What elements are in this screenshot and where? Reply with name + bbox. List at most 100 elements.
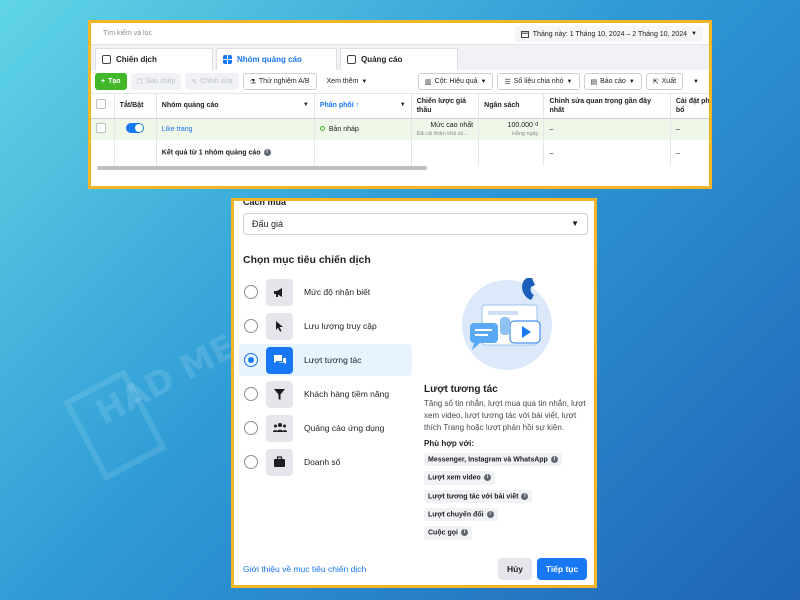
ad-sets-table: Tắt/Bật Nhóm quảng cáo ▼ Phân phối ↑ ▼ Chi… [91, 94, 709, 166]
objective-label: Lượt tương tác [304, 355, 362, 365]
export-label: Xuất [661, 78, 677, 85]
on-off-toggle[interactable] [126, 123, 145, 134]
info-icon[interactable]: i [486, 511, 494, 519]
budget-cell: 100.000 ₫ Hằng ngày [478, 118, 545, 140]
column-header-sorted[interactable]: Phân phối ↑ ▼ [314, 94, 412, 119]
fit-chip: Messenger, Instagram và WhatsApp i [424, 453, 562, 467]
chevron-down-icon: ▼ [628, 78, 635, 85]
detail-description: Tăng số tin nhắn, lượt mua qua tin nhắn,… [424, 399, 586, 432]
plus-icon: + [101, 78, 106, 85]
chevron-down-icon: ▼ [566, 78, 573, 85]
tab-ad-sets[interactable]: Nhóm quảng cáo [216, 48, 337, 70]
edit-label: Chỉnh sửa [200, 78, 233, 85]
folder-icon [102, 55, 111, 64]
campaign-objective-dialog: Cách mua Đấu giá ▼ Chọn mục tiêu chiến d… [231, 198, 597, 588]
objective-heading: Chọn mục tiêu chiến dịch [243, 254, 371, 266]
cancel-button[interactable]: Hủy [498, 558, 532, 580]
search-bar[interactable]: Tìm kiếm và lọc Tháng này: 1 Tháng 10, 2… [91, 23, 709, 45]
buy-type-select[interactable]: Đấu giá ▼ [243, 213, 588, 235]
copy-icon: ❐ [136, 78, 143, 86]
objective-engagement[interactable]: Lượt tương tác [239, 344, 412, 376]
chip-label: Lượt tương tác với bài viết [428, 493, 519, 501]
tab-ads[interactable]: Quảng cáo [340, 48, 458, 70]
table-header-row: Tắt/Bật Nhóm quảng cáo ▼ Phân phối ↑ ▼ Chi… [91, 94, 709, 119]
level-tabs: Chiến dịch Nhóm quảng cáo Quảng cáo [91, 45, 709, 70]
info-icon[interactable]: i [483, 474, 491, 482]
summary-recent-edit: – [543, 140, 671, 166]
fit-chip: Lượt chuyển đổi i [424, 508, 498, 522]
objective-radio[interactable] [244, 319, 258, 333]
megaphone-icon [266, 278, 293, 306]
objective-label: Quảng cáo ứng dụng [304, 423, 385, 433]
fit-chip: Cuộc gọi i [424, 526, 472, 540]
delivery-cell: Bản nháp [314, 118, 412, 140]
copy-button[interactable]: ❐ Sao chép [130, 73, 182, 90]
reports-dropdown[interactable]: ▤ Báo cáo ▼ [583, 73, 642, 90]
pencil-icon: ✎ [191, 78, 198, 86]
objective-radio[interactable] [244, 455, 258, 469]
column-header[interactable]: Chiến lược giá thầu [411, 94, 480, 119]
breakdown-icon: ☰ [504, 78, 511, 86]
info-icon[interactable]: i [550, 456, 558, 463]
empty-cell [114, 140, 157, 166]
bid-value: Mức cao nhất [430, 121, 474, 129]
toolbar: + Tạo ❐ Sao chép ✎ Chỉnh sửa ⚗ Thử nghiệm A/… [91, 70, 709, 94]
create-button[interactable]: + Tạo [95, 73, 127, 90]
column-header[interactable]: Cài đặt phân bổ [670, 94, 709, 119]
objective-app-promotion[interactable]: Quảng cáo ứng dụng [239, 412, 412, 444]
fit-chip-list: Messenger, Instagram và WhatsApp i Lượt x… [424, 448, 589, 540]
objective-label: Doanh số [304, 457, 341, 467]
breakdown-dropdown[interactable]: ☰ Số liệu chia nhỏ ▼ [497, 73, 580, 90]
columns-label: Cột: Hiệu quả [434, 78, 478, 85]
ab-test-button[interactable]: ⚗ Thử nghiệm A/B [242, 73, 317, 90]
date-range-picker[interactable]: Tháng này: 1 Tháng 10, 2024 – 2 Tháng 10… [514, 26, 703, 42]
info-icon[interactable]: i [460, 529, 468, 537]
table-row[interactable]: Like trang Bản nháp Mức cao nhất Đã cải t… [91, 118, 709, 140]
tab-campaigns[interactable]: Chiến dịch [95, 48, 213, 70]
info-icon[interactable]: i [263, 149, 271, 157]
objective-radio[interactable] [244, 387, 258, 401]
objective-traffic[interactable]: Lưu lượng truy cập [239, 310, 412, 342]
objective-awareness[interactable]: Mức độ nhận biết [239, 276, 412, 308]
empty-cell [314, 140, 412, 166]
columns-dropdown[interactable]: ▥ Cột: Hiệu quả ▼ [418, 73, 494, 90]
flask-icon: ⚗ [249, 78, 256, 86]
export-icon: ⇱ [652, 78, 659, 86]
tab-label: Nhóm quảng cáo [237, 55, 302, 64]
edit-button[interactable]: ✎ Chỉnh sửa [185, 73, 239, 90]
chip-label: Cuộc gọi [428, 529, 458, 537]
export-more-dropdown[interactable]: ▼ [687, 73, 705, 90]
search-input[interactable]: Tìm kiếm và lọc [103, 30, 152, 37]
budget-subtext: Hằng ngày [511, 130, 539, 137]
continue-button[interactable]: Tiếp tục [537, 558, 587, 580]
row-checkbox[interactable] [96, 123, 106, 134]
caret-down-icon: ▼ [571, 219, 579, 228]
more-dropdown[interactable]: Xem thêm ▼ [321, 73, 374, 90]
recent-edit-cell: – [543, 118, 671, 140]
objective-radio[interactable] [244, 421, 258, 435]
select-all-checkbox[interactable] [96, 99, 106, 110]
objective-label: Lưu lượng truy cập [304, 321, 377, 331]
objective-sales[interactable]: Doanh số [239, 446, 412, 478]
horizontal-scrollbar[interactable] [97, 166, 427, 170]
column-header[interactable]: Nhóm quảng cáo ▼ [156, 94, 315, 119]
briefcase-icon [266, 448, 293, 476]
column-header[interactable]: Ngân sách [478, 94, 545, 119]
column-header[interactable]: Tắt/Bật [114, 94, 157, 119]
empty-cell [478, 140, 545, 166]
objective-radio[interactable] [244, 285, 258, 299]
about-objectives-link[interactable]: Giới thiệu về mục tiêu chiến dịch [243, 564, 366, 574]
objective-radio-selected[interactable] [244, 353, 258, 367]
bid-cell: Mức cao nhất Đã cải thiện khả sú... [411, 118, 480, 140]
ad-icon [347, 55, 356, 64]
ad-set-name-link[interactable]: Like trang [156, 118, 315, 140]
chevron-down-icon: ▼ [691, 31, 697, 37]
column-header-label: Nhóm quảng cáo [161, 102, 219, 110]
fit-chip: Lượt xem video i [424, 471, 495, 485]
objective-leads[interactable]: Khách hàng tiềm năng [239, 378, 412, 410]
objective-detail-panel: Lượt tương tác Tăng số tin nhắn, lượt mu… [424, 273, 589, 540]
column-header[interactable]: Chỉnh sửa quan trọng gần đây nhất [543, 94, 671, 119]
export-button[interactable]: ⇱ Xuất [645, 73, 684, 90]
summary-label-cell: Kết quả từ 1 nhóm quảng cáo i [156, 140, 315, 166]
info-icon[interactable]: i [521, 492, 529, 500]
